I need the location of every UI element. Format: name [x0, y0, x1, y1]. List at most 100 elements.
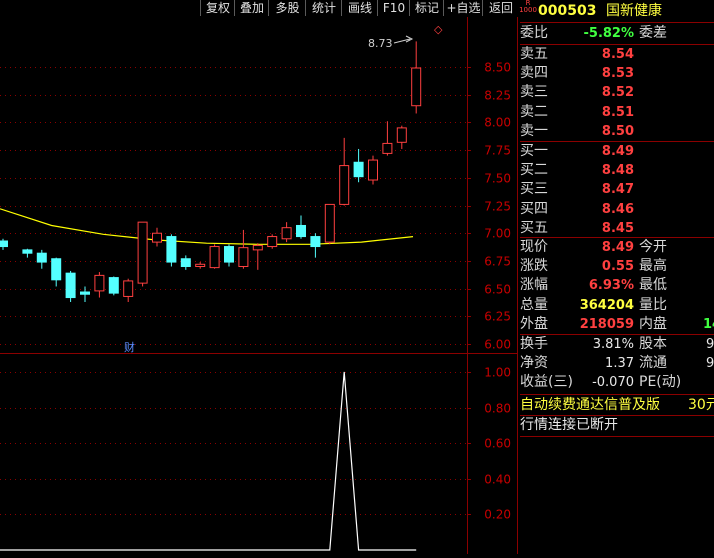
fundamental-label-2: PE(动)	[639, 374, 682, 391]
connection-status: 行情连接已断开	[520, 417, 618, 433]
quote-label: 涨幅	[520, 277, 548, 294]
candle	[209, 244, 220, 269]
candle	[339, 137, 350, 206]
bid-label: 买一	[520, 143, 548, 159]
bid-price: 8.47	[601, 182, 634, 198]
candle	[310, 233, 321, 258]
webi-label: 委比	[520, 25, 548, 41]
toolbar-button-1[interactable]: 叠加	[234, 0, 269, 16]
finance-marker: 财	[124, 340, 135, 354]
price-tick-label: 6.50	[484, 283, 511, 297]
toolbar-button-5[interactable]: F10	[377, 0, 410, 16]
candle	[411, 41, 422, 114]
fundamental-value: 3.81%	[592, 337, 634, 352]
fundamental-label: 换手	[520, 336, 548, 352]
candle-body	[310, 236, 321, 248]
candle	[152, 227, 162, 247]
candle	[36, 249, 47, 269]
candle-body	[51, 258, 62, 281]
quote-label: 涨跌	[520, 258, 548, 275]
indicator-tick-label: 1.00	[484, 366, 511, 380]
wecha-label: 委差	[639, 25, 667, 41]
toolbar-button-2[interactable]: 多股	[268, 0, 306, 16]
bid-label: 买五	[520, 219, 548, 236]
candle	[180, 255, 191, 270]
candle-body	[224, 246, 234, 263]
candle-body	[65, 272, 76, 299]
bid-price: 8.46	[601, 201, 634, 217]
webi-value: -5.82%	[583, 26, 635, 41]
toolbar-button-7[interactable]: +自选	[443, 0, 483, 16]
indicator-tick-label: 0.20	[484, 508, 511, 522]
quote-value-2: 14	[703, 316, 714, 332]
indicator-line	[0, 371, 417, 551]
candle	[0, 238, 8, 250]
quote-value: 8.49	[601, 240, 634, 255]
price-tick-label: 8.50	[484, 61, 511, 75]
bid-label: 买四	[520, 200, 548, 217]
ask-price: 8.51	[601, 104, 634, 120]
bid-label: 买二	[520, 162, 548, 179]
price-tick-label: 8.00	[484, 116, 511, 130]
indicator-tick-label: 0.80	[484, 402, 511, 416]
ask-price: 8.52	[601, 85, 634, 101]
candle-body	[152, 232, 162, 243]
candle-body	[324, 203, 335, 243]
kline-svg: 8.50 8.25 8.00 7.75 7.50 7.25 7.00 6.75 6.50 6.25…	[0, 17, 518, 554]
candle	[94, 272, 105, 298]
price-tick-label: 7.50	[484, 172, 511, 186]
candle	[382, 121, 393, 156]
toolbar-button-3[interactable]: 统计	[305, 0, 342, 16]
fundamental-value-2: 9	[706, 337, 714, 352]
candle	[80, 286, 90, 302]
candle-body	[339, 165, 350, 205]
toolbar-button-6[interactable]: 标记	[409, 0, 444, 16]
indicator-tick-label: 0.40	[484, 473, 511, 487]
candle-body	[382, 142, 393, 154]
candle	[324, 203, 335, 245]
candle	[368, 155, 378, 185]
bid-price: 8.49	[601, 144, 634, 159]
quote-label-2: 最低	[639, 277, 667, 294]
candle-body	[368, 159, 378, 181]
quote-value: 6.93%	[588, 278, 634, 294]
fundamental-label-2: 流通	[639, 355, 667, 372]
divider	[520, 394, 714, 395]
market-badge-bottom: 1000	[519, 6, 537, 14]
stock-name: 国新健康	[606, 3, 662, 19]
candle	[166, 234, 177, 267]
ask-price: 8.50	[601, 123, 634, 139]
quote-value: 364204	[579, 297, 634, 313]
toolbar-button-4[interactable]: 画线	[341, 0, 378, 16]
price-tick-label: 7.75	[484, 144, 511, 158]
candle-body	[36, 252, 47, 263]
candle-body	[0, 240, 8, 248]
quote-label: 现价	[520, 239, 548, 255]
candle	[22, 248, 33, 258]
candle	[396, 125, 407, 149]
quote-label-2: 内盘	[639, 315, 667, 332]
candle	[252, 243, 263, 270]
price-tick-label: 7.00	[484, 227, 511, 241]
candle	[267, 234, 278, 249]
bid-label: 买三	[520, 181, 548, 198]
toolbar-button-8[interactable]: 返回	[482, 0, 519, 16]
ask-label: 卖四	[520, 65, 548, 82]
candle-body	[123, 280, 134, 297]
price-tick-label: 6.25	[484, 310, 511, 324]
candle	[195, 262, 206, 269]
candle-body	[281, 227, 292, 240]
candle-body	[22, 249, 33, 254]
fundamental-label: 净资	[520, 355, 548, 372]
candle-body	[267, 236, 278, 248]
price-tick-label: 6.00	[484, 338, 511, 352]
price-tick-label: 8.25	[484, 89, 511, 103]
candle-body	[209, 246, 220, 269]
toolbar-button-0[interactable]: 复权	[200, 0, 235, 16]
divider	[520, 436, 714, 437]
candle-body	[94, 274, 105, 292]
kline-chart[interactable]: 8.50 8.25 8.00 7.75 7.50 7.25 7.00 6.75 6.50 6.25…	[0, 17, 518, 554]
quote-label: 总量	[520, 296, 548, 313]
chart-toolbar: 复权 叠加 多股 统计 画线 F10 标记 +自选 返回	[0, 0, 518, 17]
moving-average-line	[0, 208, 414, 245]
